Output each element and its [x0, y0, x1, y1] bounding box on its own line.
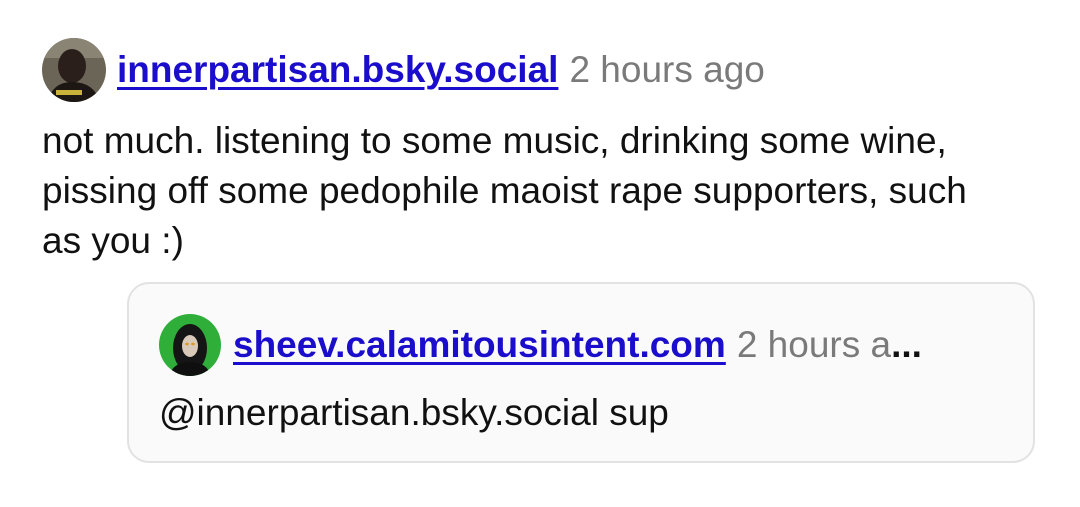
post-text: not much. listening to some music, drink… [42, 120, 967, 261]
author-handle-link[interactable]: innerpartisan.bsky.social [117, 49, 558, 91]
quoted-author-avatar[interactable] [159, 314, 221, 376]
post-timestamp: 2 hours ago [569, 49, 765, 90]
quoted-post-timestamp: 2 hours a [736, 324, 892, 365]
timestamp-ellipsis: ... [891, 324, 922, 365]
quoted-post-card[interactable]: sheev.calamitousintent.com 2 hours a ...… [127, 282, 1035, 463]
user-avatar-icon [42, 38, 106, 102]
quoted-author-handle-link[interactable]: sheev.calamitousintent.com [233, 324, 726, 366]
user-avatar-icon [159, 314, 221, 376]
post: innerpartisan.bsky.social 2 hours ago no… [42, 38, 1042, 266]
post-header: innerpartisan.bsky.social 2 hours ago [42, 38, 1042, 102]
author-avatar[interactable] [42, 38, 106, 102]
quoted-post-text: @innerpartisan.bsky.social sup [159, 392, 669, 433]
quoted-post-header: sheev.calamitousintent.com 2 hours a ... [159, 313, 989, 377]
